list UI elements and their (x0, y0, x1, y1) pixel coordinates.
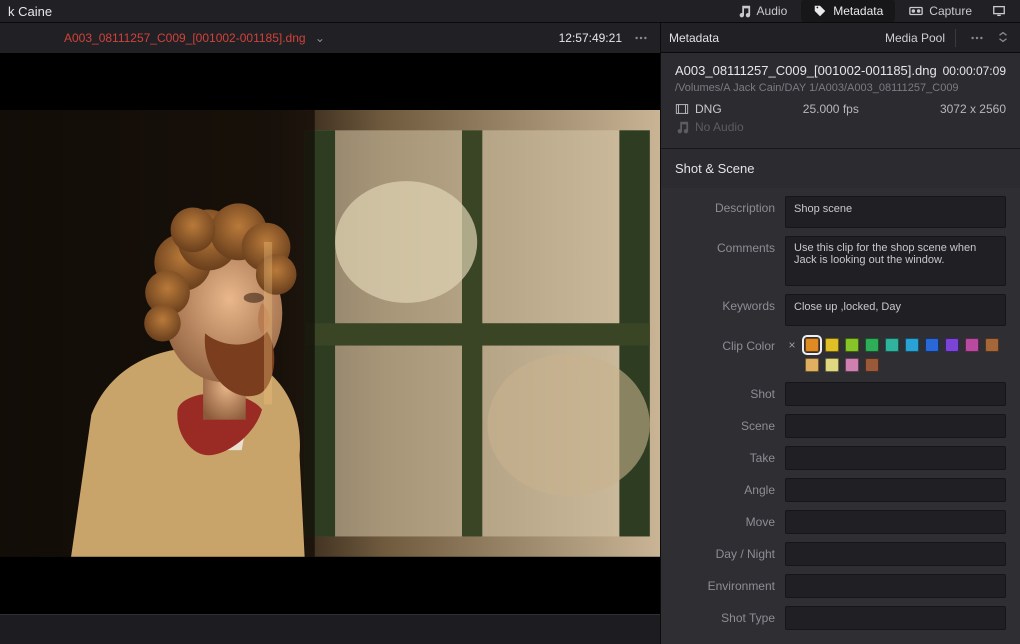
color-swatch[interactable] (885, 338, 899, 352)
clip-resolution: 3072 x 2560 (940, 102, 1006, 116)
music-icon (675, 120, 689, 134)
keywords-input[interactable] (785, 294, 1006, 326)
expand-panel-button[interactable] (996, 30, 1012, 46)
clip-codec: DNG (695, 102, 722, 116)
color-swatch[interactable] (965, 338, 979, 352)
music-icon (737, 4, 751, 18)
clip-filepath: /Volumes/A Jack Cain/DAY 1/A003/A003_081… (675, 82, 1006, 94)
app-topbar: k Caine Audio Metadata Capture (0, 0, 1020, 23)
viewer-frame (0, 110, 660, 557)
clipcolor-label: Clip Color (675, 334, 775, 353)
metadata-panel: Metadata Media Pool A003_08111257_C009_[… (660, 23, 1020, 644)
monitor-icon (992, 4, 1006, 18)
daynight-label: Day / Night (675, 542, 775, 561)
section-shot-scene[interactable]: Shot & Scene (661, 149, 1020, 188)
clip-fps: 25.000 fps (803, 102, 859, 116)
tag-icon (813, 4, 827, 18)
panel-title: Metadata (669, 31, 877, 45)
clip-filename: A003_08111257_C009_[001002-001185].dng (675, 63, 937, 78)
color-swatch[interactable] (865, 358, 879, 372)
angle-input[interactable] (785, 478, 1006, 502)
viewer-options-button[interactable] (630, 29, 652, 47)
environment-input[interactable] (785, 574, 1006, 598)
color-swatch[interactable] (805, 338, 819, 352)
color-swatch[interactable] (985, 338, 999, 352)
shottype-input[interactable] (785, 606, 1006, 630)
panel-options-button[interactable] (966, 29, 988, 47)
color-swatch[interactable] (805, 358, 819, 372)
daynight-input[interactable] (785, 542, 1006, 566)
move-input[interactable] (785, 510, 1006, 534)
color-swatch[interactable] (845, 338, 859, 352)
take-input[interactable] (785, 446, 1006, 470)
viewer-transport[interactable] (0, 614, 660, 644)
color-swatch[interactable] (865, 338, 879, 352)
film-icon (675, 102, 689, 116)
viewer-clipbar: A003_08111257_C009_[001002-001185].dng ⌄… (0, 23, 660, 53)
capture-tab[interactable]: Capture (897, 0, 984, 22)
description-input[interactable] (785, 196, 1006, 228)
source-viewer[interactable] (0, 53, 660, 614)
media-pool-label[interactable]: Media Pool (885, 31, 945, 45)
clear-color-button[interactable]: × (785, 338, 799, 352)
shottype-label: Shot Type (675, 606, 775, 625)
color-swatch[interactable] (905, 338, 919, 352)
keywords-label: Keywords (675, 294, 775, 313)
take-label: Take (675, 446, 775, 465)
color-swatch[interactable] (825, 358, 839, 372)
comments-input[interactable] (785, 236, 1006, 286)
audio-tab[interactable]: Audio (725, 0, 800, 22)
scene-label: Scene (675, 414, 775, 433)
clip-duration: 00:00:07:09 (943, 64, 1006, 78)
viewer-timecode: 12:57:49:21 (559, 31, 622, 45)
color-swatch[interactable] (845, 358, 859, 372)
metadata-tab[interactable]: Metadata (801, 0, 895, 22)
shot-label: Shot (675, 382, 775, 401)
environment-label: Environment (675, 574, 775, 593)
shot-input[interactable] (785, 382, 1006, 406)
angle-label: Angle (675, 478, 775, 497)
capture-icon (909, 4, 923, 18)
description-label: Description (675, 196, 775, 215)
comments-label: Comments (675, 236, 775, 255)
move-label: Move (675, 510, 775, 529)
clip-no-audio: No Audio (695, 120, 744, 134)
color-swatch[interactable] (825, 338, 839, 352)
color-swatch[interactable] (945, 338, 959, 352)
chevron-down-icon: ⌄ (315, 31, 325, 45)
project-title: k Caine (8, 4, 52, 19)
clip-name-dropdown[interactable]: A003_08111257_C009_[001002-001185].dng ⌄ (64, 31, 551, 45)
monitor-button[interactable] (986, 0, 1012, 22)
color-swatch[interactable] (925, 338, 939, 352)
scene-input[interactable] (785, 414, 1006, 438)
